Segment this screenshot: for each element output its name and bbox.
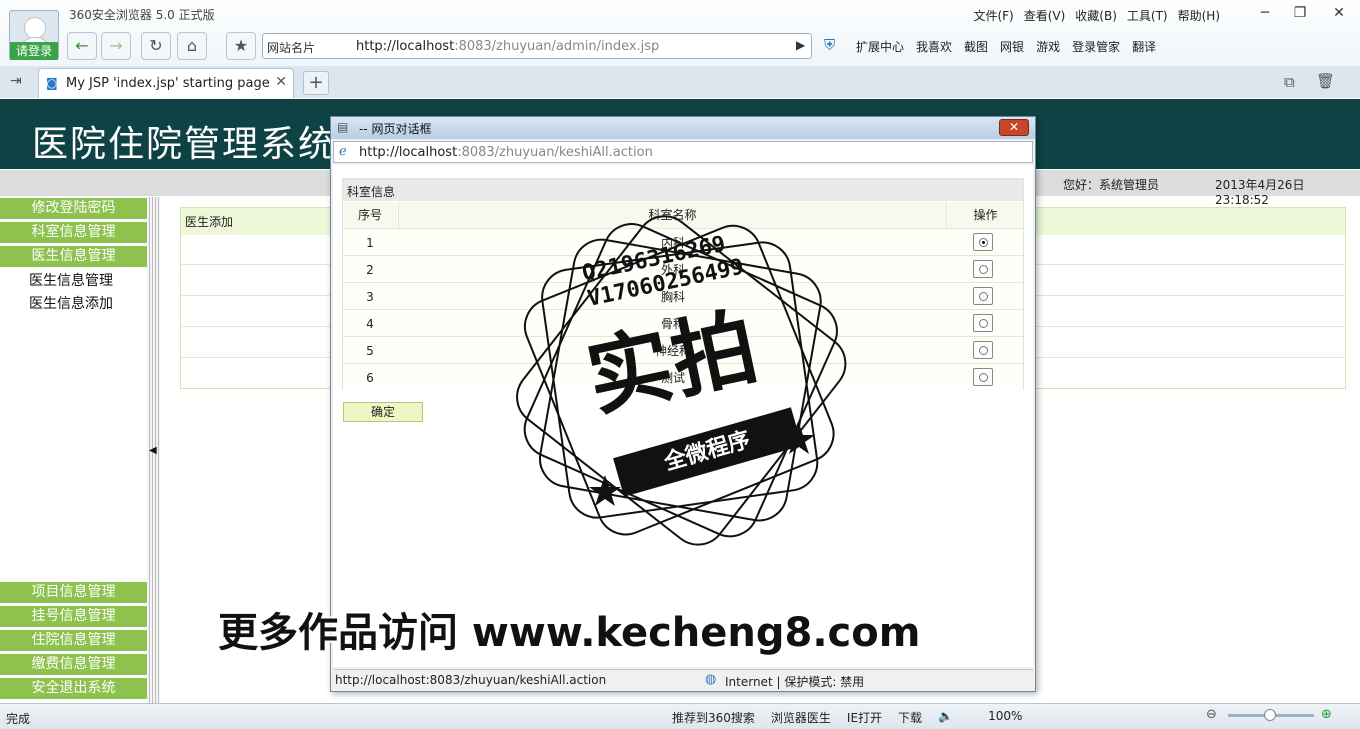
toolbar-login-manager[interactable]: 登录管家 — [1072, 38, 1120, 55]
menu-view[interactable]: 查看(V) — [1024, 7, 1066, 24]
sites-dropdown[interactable]: 网站名片 — [267, 39, 315, 56]
row-select-radio[interactable] — [973, 341, 993, 359]
system-title: 医院住院管理系统 — [32, 124, 337, 165]
back-icon[interactable]: ← — [67, 32, 97, 60]
login-button[interactable]: 请登录 — [10, 42, 58, 60]
minimize-icon[interactable]: ─ — [1250, 3, 1280, 23]
status-browser-doctor[interactable]: 浏览器医生 — [771, 709, 831, 726]
status-download[interactable]: 下载 — [898, 709, 922, 726]
document-icon: ▤ — [337, 120, 349, 134]
row-num: 5 — [366, 344, 374, 358]
row-select-radio[interactable] — [973, 260, 993, 278]
status-done: 完成 — [6, 712, 31, 726]
shield-icon[interactable]: ⛨ — [824, 36, 835, 54]
window-restore-icon[interactable]: ⧉ — [1284, 73, 1295, 91]
row-num: 6 — [366, 371, 374, 385]
zoom-in-icon[interactable]: ⊕ — [1321, 707, 1332, 722]
status-tools: 推荐到360搜索 浏览器医生 IE打开 下载 🔈 100% — [672, 709, 1022, 726]
trash-icon[interactable]: 🗑 — [1316, 72, 1335, 90]
dialog-titlebar[interactable]: ▤ -- 网页对话框 — [331, 117, 1035, 139]
dialog-url: http://localhost:8083/zhuyuan/keshiAll.a… — [359, 145, 653, 160]
tab-title: My JSP 'index.jsp' starting page — [66, 76, 270, 91]
address-bar[interactable]: 网站名片 http://localhost:8083/zhuyuan/admin… — [262, 33, 812, 59]
toolbar-bank[interactable]: 网银 — [1000, 38, 1024, 55]
dialog-status-url: http://localhost:8083/zhuyuan/keshiAll.a… — [335, 673, 607, 687]
close-window-icon[interactable]: ✕ — [1324, 3, 1354, 23]
home-icon[interactable]: ⌂ — [177, 32, 207, 60]
dialog-status-bar: http://localhost:8083/zhuyuan/keshiAll.a… — [333, 669, 1033, 690]
greeting: 您好：系统管理员 — [1063, 178, 1160, 192]
page-icon: ◙ — [46, 76, 58, 90]
datetime: 2013年4月26日 23:18:52 — [1215, 178, 1305, 207]
toolbar-extension-center[interactable]: 扩展中心 — [856, 38, 904, 55]
sidebar-item-department[interactable]: 科室信息管理 — [0, 222, 147, 243]
dialog-title: -- 网页对话框 — [359, 122, 432, 136]
sidebar: 修改登陆密码 科室信息管理 医生信息管理 医生信息管理 医生信息添加 项目信息管… — [0, 197, 147, 703]
toolbar-screenshot[interactable]: 截图 — [964, 38, 988, 55]
menu-file[interactable]: 文件(F) — [973, 7, 1013, 24]
dialog-address: ℯ http://localhost:8083/zhuyuan/keshiAll… — [333, 141, 1033, 163]
address-url[interactable]: http://localhost:8083/zhuyuan/admin/inde… — [356, 39, 659, 54]
row-select-radio[interactable] — [973, 287, 993, 305]
menu-favorites[interactable]: 收藏(B) — [1075, 7, 1117, 24]
app-title: 360安全浏览器 5.0 正式版 — [69, 8, 215, 22]
sidebar-item-registration[interactable]: 挂号信息管理 — [0, 606, 147, 627]
menu-tools[interactable]: 工具(T) — [1127, 7, 1168, 24]
favorite-star-icon[interactable]: ★ — [226, 32, 256, 60]
sidebar-item-logout[interactable]: 安全退出系统 — [0, 678, 147, 699]
sidebar-item-inpatient[interactable]: 住院信息管理 — [0, 630, 147, 651]
table-caption-label: 科室信息 — [347, 185, 396, 199]
row-select-radio[interactable] — [973, 314, 993, 332]
row-num: 2 — [366, 263, 374, 277]
status-recommend-360[interactable]: 推荐到360搜索 — [672, 709, 755, 726]
menu-bar: 文件(F) 查看(V) 收藏(B) 工具(T) 帮助(H) — [973, 7, 1220, 24]
ie-icon: ℯ — [339, 144, 347, 159]
collapse-arrow-icon[interactable]: ◀ — [149, 445, 157, 456]
zoom-slider-handle[interactable] — [1264, 709, 1276, 721]
sidebar-sub-doctor-manage[interactable]: 医生信息管理 — [29, 270, 113, 290]
dialog-close-button[interactable]: ✕ — [999, 119, 1029, 136]
new-tab-icon[interactable]: + — [303, 71, 329, 95]
confirm-button[interactable]: 确定 — [343, 402, 423, 422]
sidebar-item-project[interactable]: 项目信息管理 — [0, 582, 147, 603]
content-header-label: 医生添加 — [185, 215, 234, 229]
sidebar-toggle-icon[interactable]: ⇥ — [10, 73, 22, 89]
globe-icon: ◍ — [705, 672, 717, 687]
zoom-out-icon[interactable]: ⊖ — [1206, 707, 1217, 722]
tab-close-icon[interactable]: ✕ — [275, 74, 287, 90]
sidebar-item-change-password[interactable]: 修改登陆密码 — [0, 198, 147, 219]
row-num: 4 — [366, 317, 374, 331]
toolbar-like[interactable]: 我喜欢 — [916, 38, 952, 55]
toolbar-games[interactable]: 游戏 — [1036, 38, 1060, 55]
sidebar-item-payment[interactable]: 缴费信息管理 — [0, 654, 147, 675]
column-header-action: 操作 — [948, 202, 1023, 228]
column-header-num: 序号 — [343, 202, 397, 228]
row-select-radio[interactable] — [973, 368, 993, 386]
row-select-radio[interactable] — [973, 233, 993, 251]
status-ie-open[interactable]: IE打开 — [847, 709, 882, 726]
go-icon[interactable]: ▶ — [796, 38, 805, 52]
tab-index[interactable]: ◙ My JSP 'index.jsp' starting page ✕ — [38, 68, 294, 98]
status-zoom-level[interactable]: 100% — [988, 709, 1022, 726]
dialog-status-zone: Internet | 保护模式: 禁用 — [725, 675, 865, 689]
forward-icon[interactable]: → — [101, 32, 131, 60]
status-volume-icon[interactable]: 🔈 — [938, 709, 972, 726]
row-num: 3 — [366, 290, 374, 304]
toolbar-extensions: 扩展中心 我喜欢 截图 网银 游戏 登录管家 翻译 — [856, 38, 1156, 55]
refresh-icon[interactable]: ↻ — [141, 32, 171, 60]
table-caption: 科室信息 — [343, 179, 1023, 201]
sidebar-sub-doctor-add[interactable]: 医生信息添加 — [29, 293, 113, 313]
restore-icon[interactable]: ❐ — [1285, 3, 1315, 23]
toolbar-translate[interactable]: 翻译 — [1132, 38, 1156, 55]
watermark-site-banner: 更多作品访问 www.kecheng8.com — [218, 610, 921, 656]
sidebar-item-doctor[interactable]: 医生信息管理 — [0, 246, 147, 267]
menu-help[interactable]: 帮助(H) — [1178, 7, 1220, 24]
row-num: 1 — [366, 236, 374, 250]
